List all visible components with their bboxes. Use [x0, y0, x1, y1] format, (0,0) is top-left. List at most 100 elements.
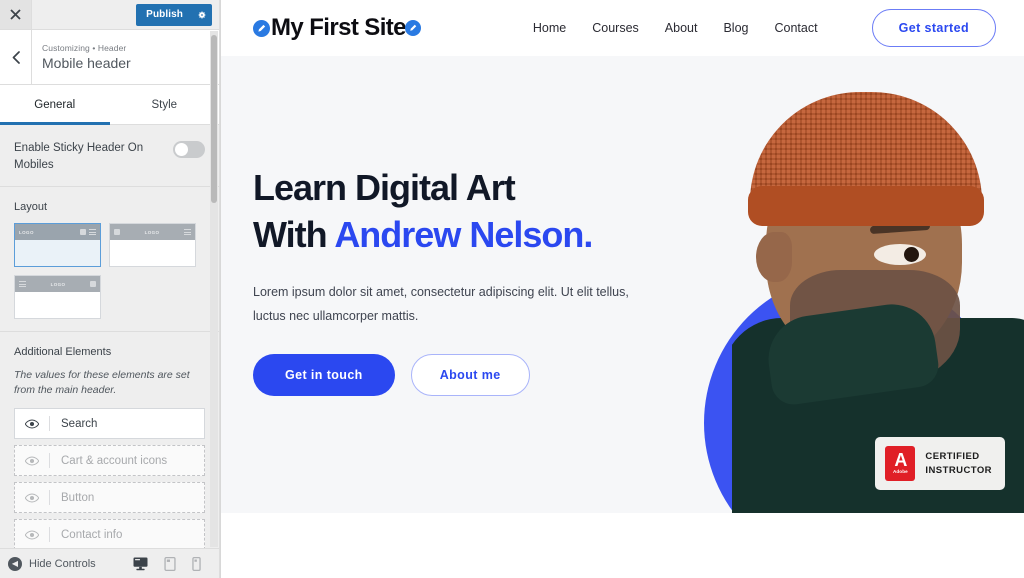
layout-thumb-square-icon — [114, 229, 120, 235]
layout-thumb-bar: LOGO — [15, 224, 100, 240]
toggle-knob — [175, 143, 188, 156]
site-header: My First Site Home Courses About Blog Co… — [221, 0, 1024, 56]
layout-section: Layout LOGO LOGO LOGO — [0, 187, 219, 332]
layout-thumb-bar: LOGO — [110, 224, 195, 240]
hero-heading-line1: Learn Digital Art — [253, 167, 516, 208]
sidebar-scrollbar[interactable] — [210, 31, 218, 547]
site-branding[interactable]: My First Site — [253, 16, 421, 40]
desktop-icon[interactable] — [133, 556, 148, 571]
sticky-header-label: Enable Sticky Header On Mobiles — [14, 142, 144, 171]
tab-general[interactable]: General — [0, 85, 110, 125]
mobile-icon[interactable] — [192, 556, 201, 571]
additional-elements-label: Additional Elements — [14, 346, 112, 358]
layout-thumb-logo: LOGO — [144, 229, 160, 235]
sticky-header-row: Enable Sticky Header On Mobiles — [14, 140, 205, 174]
hero-paragraph: Lorem ipsum dolor sit amet, consectetur … — [253, 285, 629, 323]
nav-link-contact[interactable]: Contact — [775, 21, 818, 35]
layout-option-logo-center[interactable]: LOGO — [109, 223, 196, 267]
primary-navigation: Home Courses About Blog Contact Get star… — [533, 9, 996, 47]
element-row-search[interactable]: Search — [14, 408, 205, 439]
element-label: Search — [61, 417, 98, 430]
customizer-footer: ◀ Hide Controls — [0, 548, 219, 578]
additional-elements-section: Additional Elements The values for these… — [0, 332, 219, 548]
layout-options: LOGO LOGO LOGO — [14, 223, 205, 319]
breadcrumb: Customizing • Header — [42, 43, 127, 53]
layout-thumb-square-icon — [89, 281, 96, 287]
adobe-logo-letter: A — [894, 450, 907, 470]
layout-thumb-logo: LOGO — [50, 281, 66, 287]
eye-icon[interactable] — [15, 456, 49, 466]
panel-tabs: General Style — [0, 85, 219, 125]
eye-icon[interactable] — [15, 493, 49, 503]
hamburger-icon — [183, 229, 191, 235]
element-row-contact-info[interactable]: Contact info — [14, 519, 205, 548]
customizer-sidebar: Publish Customizing • Header Mobile head… — [0, 0, 220, 578]
page-title: Mobile header — [42, 55, 131, 71]
nav-link-about[interactable]: About — [665, 21, 698, 35]
beanie-brim — [748, 186, 984, 226]
gear-icon[interactable] — [192, 4, 212, 26]
about-me-button[interactable]: About me — [410, 354, 530, 396]
scrollbar-thumb[interactable] — [211, 35, 217, 203]
hide-controls-button[interactable]: ◀ Hide Controls — [8, 556, 96, 571]
adobe-logo-wordmark: Adobe — [892, 469, 908, 474]
element-label: Cart & account icons — [61, 454, 168, 467]
hamburger-icon — [89, 229, 96, 235]
hero-heading: Learn Digital Art With Andrew Nelson. — [253, 164, 683, 258]
close-icon[interactable] — [0, 0, 32, 29]
eye-icon[interactable] — [15, 419, 49, 429]
publish-group: Publish — [136, 0, 219, 29]
nav-link-blog[interactable]: Blog — [723, 21, 748, 35]
below-fold-area — [221, 513, 1024, 578]
hero-copy: Learn Digital Art With Andrew Nelson. Lo… — [253, 164, 683, 396]
hero-section: Learn Digital Art With Andrew Nelson. Lo… — [221, 56, 1024, 513]
tablet-icon[interactable] — [164, 556, 176, 571]
pencil-edit-icon[interactable] — [404, 20, 421, 36]
layout-option-logo-left[interactable]: LOGO — [14, 223, 101, 267]
layout-thumb-square-icon — [80, 229, 86, 235]
get-started-button[interactable]: Get started — [871, 9, 996, 47]
element-row-cart-account-icons[interactable]: Cart & account icons — [14, 445, 205, 476]
controls-scroll-area: Enable Sticky Header On Mobiles Layout L… — [0, 126, 219, 548]
badge-line-2: INSTRUCTOR — [925, 464, 992, 476]
layout-thumb-body — [15, 292, 100, 318]
element-label: Button — [61, 491, 95, 504]
portrait-pupil — [904, 247, 919, 262]
hero-heading-line2-prefix: With — [253, 214, 335, 255]
layout-option-menu-left-logo-center[interactable]: LOGO — [14, 275, 101, 319]
adobe-certified-instructor-badge: A Adobe CERTIFIED INSTRUCTOR — [875, 437, 1005, 490]
portrait-ear — [756, 232, 792, 282]
pencil-edit-icon[interactable] — [253, 19, 270, 37]
additional-elements-description: The values for these elements are set fr… — [14, 369, 190, 396]
get-in-touch-button[interactable]: Get in touch — [253, 354, 395, 396]
sticky-header-toggle[interactable] — [173, 141, 205, 158]
chevron-left-circle-icon: ◀ — [8, 556, 22, 571]
chevron-left-icon[interactable] — [0, 30, 32, 84]
eye-icon[interactable] — [15, 530, 49, 540]
tab-style[interactable]: Style — [110, 85, 220, 124]
panel-header-text: Customizing • Header Mobile header — [32, 43, 131, 71]
layout-thumb-body — [110, 240, 195, 266]
element-row-button[interactable]: Button — [14, 482, 205, 513]
additional-elements-list: Search Cart & account icons Button Conta… — [14, 408, 205, 548]
publish-button-label: Publish — [146, 8, 183, 20]
panel-header: Customizing • Header Mobile header — [0, 30, 219, 85]
site-title: My First Site — [271, 14, 407, 41]
layout-thumb-bar: LOGO — [15, 276, 100, 292]
layout-thumb-body — [15, 240, 100, 266]
hero-cta-group: Get in touch About me — [253, 354, 683, 396]
device-preview-switcher — [133, 556, 211, 571]
hamburger-icon — [19, 281, 26, 287]
hero-heading-accent: Andrew Nelson. — [334, 214, 593, 255]
nav-link-courses[interactable]: Courses — [592, 21, 639, 35]
site-preview: My First Site Home Courses About Blog Co… — [220, 0, 1024, 578]
sticky-header-section: Enable Sticky Header On Mobiles — [0, 126, 219, 187]
badge-line-1: CERTIFIED — [925, 450, 980, 462]
layout-label: Layout — [14, 201, 48, 213]
publish-button[interactable]: Publish — [136, 3, 212, 26]
hide-controls-label: Hide Controls — [29, 557, 96, 570]
badge-text: CERTIFIED INSTRUCTOR — [925, 450, 992, 478]
nav-link-home[interactable]: Home — [533, 21, 566, 35]
customizer-topbar: Publish — [0, 0, 219, 30]
